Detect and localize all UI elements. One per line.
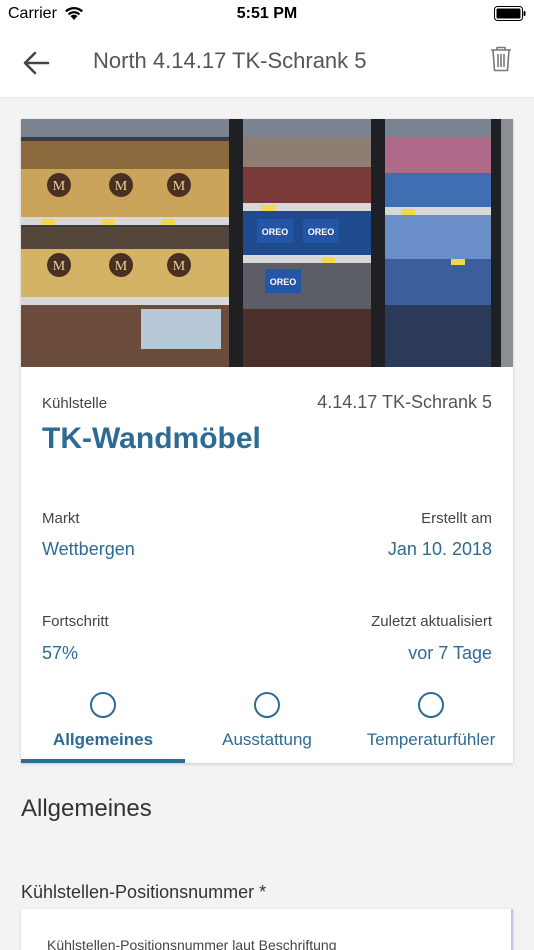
kuehlstelle-label: Kühlstelle	[42, 395, 108, 412]
nav-bar: North 4.14.17 TK-Schrank 5	[0, 28, 534, 98]
product-label: M	[53, 259, 66, 274]
tab-label: Ausstattung	[222, 730, 312, 749]
tab-allgemeines[interactable]: Allgemeines	[21, 689, 185, 763]
positionsnummer-label: Kühlstellen-Positionsnummer *	[21, 882, 267, 902]
erstellt-label: Erstellt am	[421, 510, 492, 527]
product-label: M	[53, 179, 66, 194]
erstellt-value: Jan 10. 2018	[387, 539, 492, 559]
step-circle-icon	[254, 692, 280, 718]
fortschritt-value: 57%	[42, 643, 79, 663]
active-tab-indicator	[21, 759, 185, 763]
freezer-photo: M M M M M M OREO OREO OREO	[21, 119, 513, 367]
step-circle-icon	[418, 692, 444, 718]
back-arrow-icon[interactable]	[22, 50, 50, 76]
tab-temperaturfuehler[interactable]: Temperaturfühler	[349, 689, 513, 763]
product-label: M	[173, 179, 186, 194]
markt-value: Wettbergen	[42, 539, 135, 559]
detail-card: M M M M M M OREO OREO OREO Kühlstelle 4.…	[21, 119, 513, 763]
product-label: M	[115, 179, 128, 194]
kuehlstelle-name: TK-Wandmöbel	[42, 422, 261, 455]
trash-icon[interactable]	[490, 46, 512, 72]
tab-ausstattung[interactable]: Ausstattung	[185, 689, 349, 763]
product-label: OREO	[270, 277, 297, 287]
markt-label: Markt	[42, 510, 80, 527]
page-title: North 4.14.17 TK-Schrank 5	[93, 48, 367, 73]
tab-label: Allgemeines	[52, 730, 154, 749]
fortschritt-label: Fortschritt	[42, 613, 109, 630]
aktualisiert-value: vor 7 Tage	[408, 643, 492, 663]
product-label: M	[115, 259, 128, 274]
step-circle-icon	[90, 692, 116, 718]
tab-label: Temperaturfühler	[366, 730, 496, 749]
tab-bar: Allgemeines Ausstattung Temperaturfühler	[21, 689, 513, 763]
kuehlstelle-code: 4.14.17 TK-Schrank 5	[317, 392, 492, 412]
positionsnummer-input[interactable]: Kühlstellen-Positionsnummer laut Beschri…	[21, 909, 513, 950]
product-label: OREO	[308, 227, 335, 237]
positionsnummer-placeholder: Kühlstellen-Positionsnummer laut Beschri…	[47, 937, 337, 950]
section-title: Allgemeines	[21, 795, 152, 822]
aktualisiert-label: Zuletzt aktualisiert	[371, 613, 492, 630]
status-bar: Carrier 5:51 PM	[0, 0, 534, 28]
product-label: M	[173, 259, 186, 274]
clock: 5:51 PM	[236, 5, 298, 22]
product-label: OREO	[262, 227, 289, 237]
battery-icon	[494, 6, 526, 21]
